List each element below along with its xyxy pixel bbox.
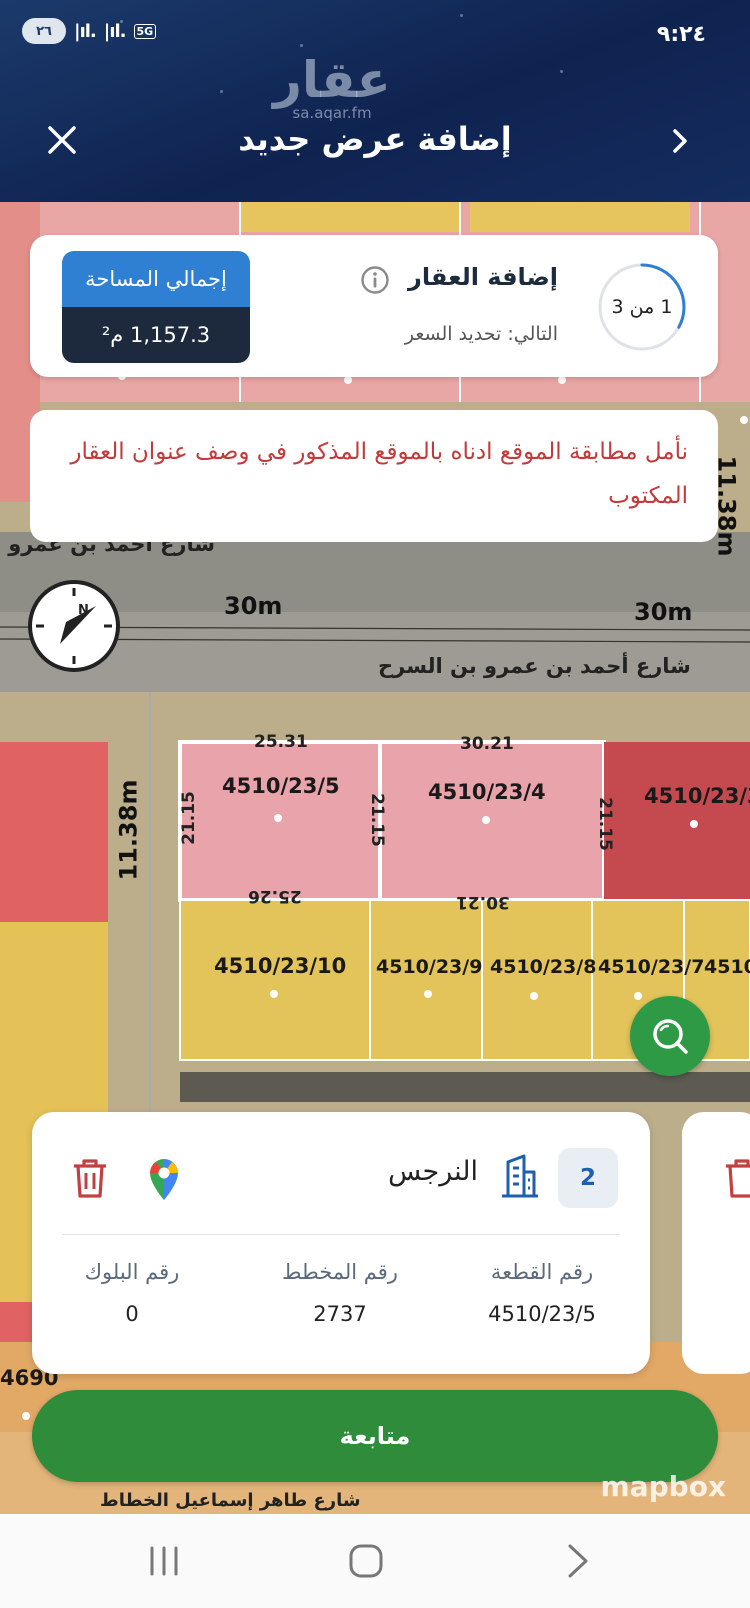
location-notice-text: نأمل مطابقة الموقع ادناه بالموقع المذكور…: [70, 439, 688, 509]
plan-number-label: رقم المخطط: [282, 1260, 398, 1284]
home-icon[interactable]: [346, 1542, 386, 1580]
status-time: ٩:٢٤: [656, 22, 706, 47]
network-badge: 5G: [133, 23, 157, 39]
block-number-value: 0: [125, 1302, 139, 1326]
back-icon[interactable]: [558, 1542, 598, 1580]
recent-apps-icon[interactable]: [144, 1542, 184, 1580]
page-title: إضافة عرض جديد: [238, 120, 512, 158]
signal-icon-2: |ıl.: [103, 20, 127, 42]
header-star: [300, 44, 303, 47]
dim-top-right: 30.21: [460, 734, 514, 754]
dim-top-left: 25.31: [254, 732, 308, 752]
total-area-value: 1,157.3 م²: [62, 307, 250, 363]
compass-icon[interactable]: N: [26, 578, 122, 674]
chevron-right-icon[interactable]: [666, 126, 694, 156]
plot-label[interactable]: 4510/23/4: [428, 780, 546, 804]
logo: عقار sa.aqar.fm: [272, 51, 392, 122]
trash-icon[interactable]: [722, 1156, 750, 1200]
step-card: إجمالي المساحة 1,157.3 م² إضافة العقار ا…: [30, 235, 718, 377]
next-step-label: التالي: تحديد السعر: [404, 323, 558, 345]
plot-label[interactable]: 4510/2: [704, 956, 750, 978]
street-width-left: 30m: [224, 592, 283, 620]
building-icon: [502, 1154, 538, 1198]
next-plot-card[interactable]: [682, 1112, 750, 1374]
signal-icon: |ıl.: [74, 20, 97, 42]
street-label-main: شارع أحمد بن عمرو بن السرح: [378, 654, 691, 678]
dim-bottom-left: 25.26: [248, 886, 302, 906]
plot-label[interactable]: 4510/23/5: [222, 774, 340, 798]
location-notice: نأمل مطابقة الموقع ادناه بالموقع المذكور…: [30, 410, 718, 542]
plan-number-value: 2737: [313, 1302, 367, 1326]
status-bar-left: ٢٦ |ıl. |ıl. 5G: [22, 18, 157, 44]
plot-label[interactable]: 4510/23/7: [598, 956, 704, 978]
dim-side-a: 21.15: [178, 791, 199, 845]
logo-text: عقار: [273, 51, 391, 109]
dim-bottom-right: 30.21: [456, 892, 510, 912]
google-maps-icon[interactable]: [146, 1156, 182, 1202]
plan-number-field: رقم المخطط 2737: [270, 1260, 410, 1326]
app-header: ٢٦ |ıl. |ıl. 5G ٩:٢٤ عقار sa.aqar.fm إضا…: [0, 0, 750, 202]
map-search-button[interactable]: [630, 996, 710, 1076]
block-number-label: رقم البلوك: [84, 1260, 180, 1284]
total-area-label: إجمالي المساحة: [62, 251, 250, 307]
plot-label[interactable]: 4510/23/9: [376, 956, 482, 978]
district-name: النرجس: [388, 1156, 478, 1187]
system-nav-bar: [0, 1514, 750, 1608]
close-icon[interactable]: [44, 122, 80, 158]
plot-number-value: 4510/23/5: [488, 1302, 596, 1326]
dim-mid: 21.15: [366, 793, 387, 847]
street-width-right: 30m: [634, 598, 693, 626]
step-title: إضافة العقار: [408, 263, 558, 291]
battery-indicator: ٢٦: [22, 18, 66, 44]
side-length-left: 11.38m: [114, 779, 143, 881]
plot-label[interactable]: 4510/23/8: [490, 956, 596, 978]
total-area-box: إجمالي المساحة 1,157.3 م²: [62, 251, 250, 363]
header-star: [560, 70, 563, 73]
trash-icon[interactable]: [70, 1156, 110, 1200]
card-divider: [62, 1234, 620, 1235]
info-icon[interactable]: [360, 265, 390, 295]
dim-side-b: 21.15: [594, 797, 615, 851]
plot-count-badge: 2: [558, 1148, 618, 1208]
continue-button[interactable]: متابعة: [32, 1390, 718, 1482]
header-star: [460, 14, 463, 17]
header-star: [220, 90, 223, 93]
step-indicator: 1 من 3: [611, 296, 673, 318]
mapbox-attribution[interactable]: mapbox: [601, 1470, 726, 1503]
plot-label[interactable]: 4510/23/3: [644, 784, 750, 808]
plot-label[interactable]: 4510/23/10: [214, 954, 346, 978]
plot-number-field: رقم القطعة 4510/23/5: [472, 1260, 612, 1326]
block-number-field: رقم البلوك 0: [72, 1260, 192, 1326]
svg-text:N: N: [78, 603, 89, 618]
street-label-bottom: شارع طاهر إسماعيل الخطاط: [100, 1490, 361, 1511]
plot-number-label: رقم القطعة: [490, 1260, 594, 1284]
plot-card[interactable]: 2 النرجس رقم القطعة 4510/23/5 رقم المخطط…: [32, 1112, 650, 1374]
search-icon: [653, 1019, 688, 1054]
